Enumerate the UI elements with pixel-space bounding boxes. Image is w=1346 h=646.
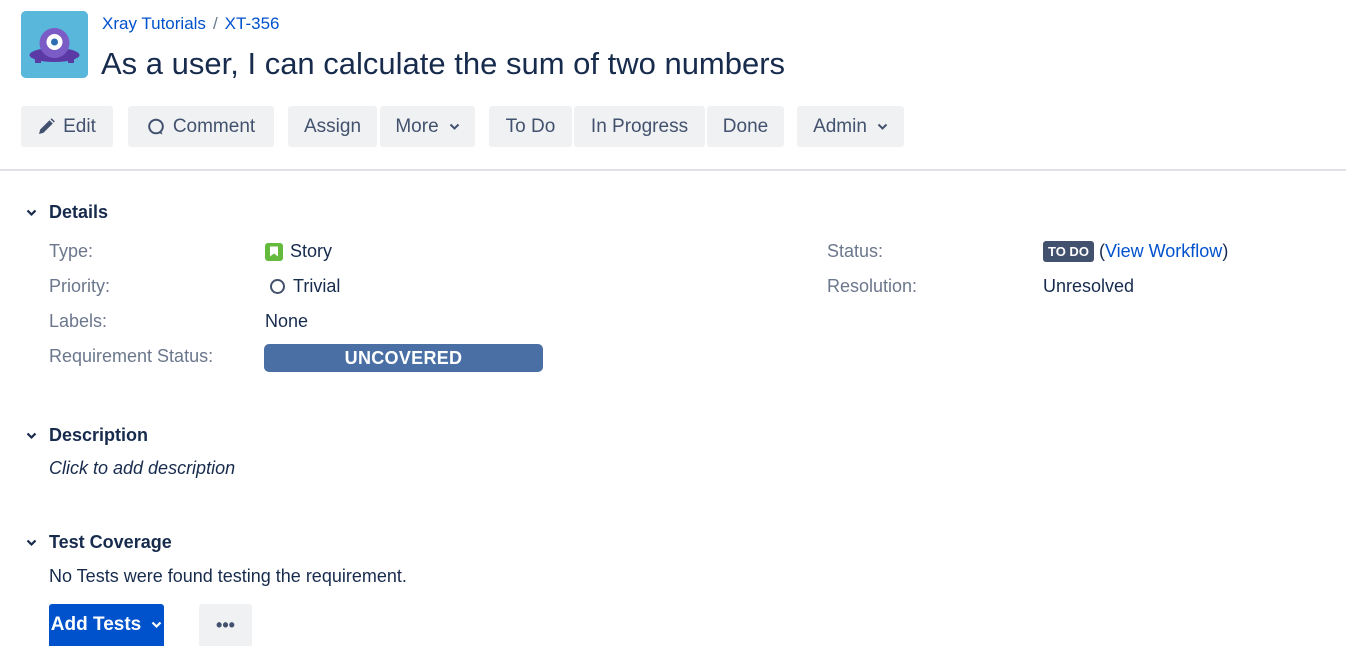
chevron-down-icon xyxy=(24,536,38,550)
details-section-toggle[interactable]: Details xyxy=(24,202,108,223)
chevron-down-icon xyxy=(24,206,38,220)
comment-button[interactable]: Comment xyxy=(128,106,274,147)
assign-button-label: Assign xyxy=(303,115,362,137)
labels-label: Labels: xyxy=(49,311,108,331)
story-icon xyxy=(265,242,283,261)
admin-dropdown-button[interactable]: Admin xyxy=(797,106,904,147)
resolution-label: Resolution: xyxy=(827,276,918,296)
test-coverage-empty-text: No Tests were found testing the requirem… xyxy=(49,566,407,586)
comment-icon xyxy=(147,118,165,136)
breadcrumb-separator: / xyxy=(212,14,218,33)
resolution-value: Unresolved xyxy=(1043,276,1135,296)
add-tests-label: Add Tests xyxy=(50,614,142,635)
chevron-down-icon xyxy=(449,123,460,131)
priority-value: Trivial xyxy=(265,276,340,297)
type-value-text: Story xyxy=(290,241,333,261)
test-coverage-section-toggle[interactable]: Test Coverage xyxy=(24,532,172,553)
edit-button[interactable]: Edit xyxy=(21,106,113,147)
issue-title[interactable]: As a user, I can calculate the sum of tw… xyxy=(101,44,785,84)
priority-trivial-icon xyxy=(270,279,285,294)
add-tests-button[interactable]: Add Tests xyxy=(49,604,164,646)
more-button-label: More xyxy=(395,115,439,137)
status-label: Status: xyxy=(827,241,884,261)
more-actions-icon: ••• xyxy=(216,614,235,635)
breadcrumb: Xray Tutorials / XT-356 xyxy=(102,13,279,35)
status-lozenge: TO DO xyxy=(1043,241,1094,262)
comment-button-label: Comment xyxy=(172,115,256,137)
test-coverage-heading: Test Coverage xyxy=(49,532,172,552)
chevron-down-icon xyxy=(877,123,888,131)
more-dropdown-button[interactable]: More xyxy=(380,106,475,147)
chevron-down-icon xyxy=(24,429,38,443)
priority-label: Priority: xyxy=(49,276,111,296)
assign-button[interactable]: Assign xyxy=(288,106,377,147)
transition-in-progress-button[interactable]: In Progress xyxy=(574,106,705,147)
view-workflow-link[interactable]: View Workflow xyxy=(1105,241,1222,262)
description-placeholder[interactable]: Click to add description xyxy=(49,458,235,479)
view-workflow-close-paren: ) xyxy=(1222,241,1229,261)
requirement-status-label: Requirement Status: xyxy=(49,346,214,366)
type-label: Type: xyxy=(49,241,94,261)
labels-value[interactable]: None xyxy=(265,311,308,332)
priority-value-text: Trivial xyxy=(293,276,341,296)
breadcrumb-issue-key-link[interactable]: XT-356 xyxy=(225,14,280,33)
transition-done-button[interactable]: Done xyxy=(707,106,784,147)
status-value: TO DO (View Workflow) xyxy=(1043,241,1228,262)
type-value: Story xyxy=(265,241,332,262)
issue-header: Xray Tutorials / XT-356 As a user, I can c… xyxy=(21,8,1321,81)
description-section-toggle[interactable]: Description xyxy=(24,425,148,446)
edit-button-label: Edit xyxy=(63,115,96,137)
description-heading: Description xyxy=(49,425,149,445)
done-button-label: Done xyxy=(722,115,769,137)
details-heading: Details xyxy=(49,202,109,222)
pencil-icon xyxy=(38,118,55,135)
transition-todo-button[interactable]: To Do xyxy=(489,106,572,147)
requirement-status-badge: UNCOVERED xyxy=(264,344,543,372)
breadcrumb-project-link[interactable]: Xray Tutorials xyxy=(102,14,206,33)
more-actions-button[interactable]: ••• xyxy=(199,604,252,646)
admin-button-label: Admin xyxy=(813,115,867,137)
chevron-down-icon xyxy=(151,621,162,629)
in-progress-button-label: In Progress xyxy=(590,115,689,137)
todo-button-label: To Do xyxy=(505,115,556,137)
header-divider xyxy=(0,169,1346,171)
xray-project-avatar-icon[interactable] xyxy=(21,11,88,78)
